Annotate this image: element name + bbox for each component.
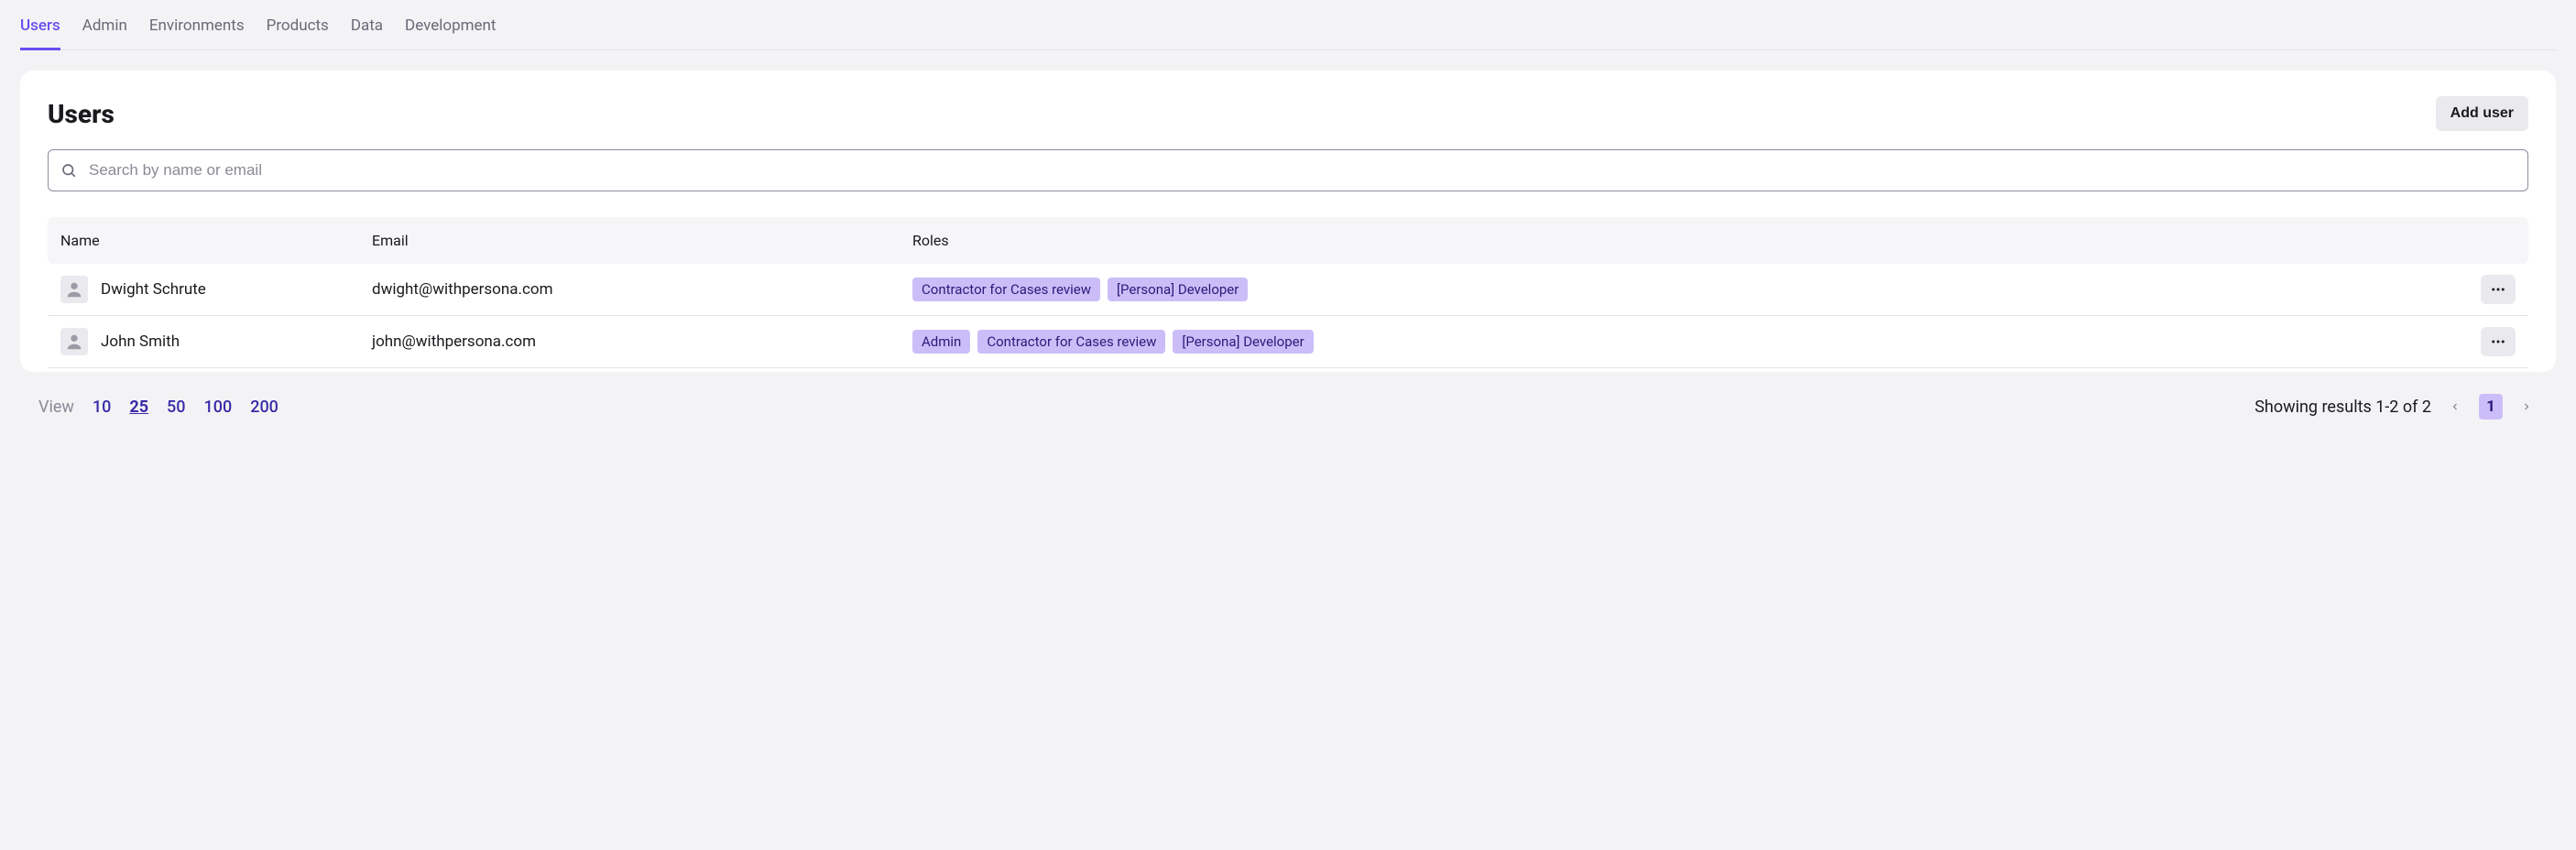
search-icon [60, 162, 77, 179]
role-tag: [Persona] Developer [1173, 330, 1313, 354]
user-name: John Smith [101, 332, 180, 351]
role-tag: Contractor for Cases review [977, 330, 1165, 354]
actions-cell [2461, 275, 2516, 304]
view-label: View [38, 398, 74, 417]
page-size-option[interactable]: 50 [167, 398, 185, 417]
role-tag: [Persona] Developer [1108, 278, 1248, 301]
next-page-button[interactable] [2516, 396, 2538, 418]
role-tag: Admin [912, 330, 970, 354]
page-size-option[interactable]: 200 [250, 398, 278, 417]
results-text: Showing results 1-2 of 2 [2254, 398, 2431, 417]
current-page[interactable]: 1 [2479, 394, 2503, 420]
users-table: Name Email Roles Dwight Schrute dwight@wi… [48, 217, 2528, 368]
actions-cell [2461, 327, 2516, 356]
nav-tab-development[interactable]: Development [405, 13, 496, 50]
page-size-option[interactable]: 100 [204, 398, 233, 417]
roles-cell: Admin Contractor for Cases review [Persona… [912, 330, 2461, 354]
search-wrap [48, 149, 2528, 191]
page-size-option[interactable]: 10 [93, 398, 111, 417]
table-row: Dwight Schrute dwight@withpersona.comCont… [48, 264, 2528, 316]
users-card: Users Add user Name Email Roles Dwight S… [20, 71, 2556, 372]
top-nav: Users Admin Environments Products Data Develo… [20, 0, 2556, 50]
search-input[interactable] [48, 149, 2528, 191]
user-email: dwight@withpersona.com [372, 280, 912, 299]
avatar [60, 328, 88, 355]
column-actions [2461, 232, 2516, 249]
add-user-button[interactable]: Add user [2436, 96, 2528, 131]
role-tag: Contractor for Cases review [912, 278, 1100, 301]
column-roles: Roles [912, 232, 2461, 249]
roles-cell: Contractor for Cases review [Persona] Dev… [912, 278, 2461, 301]
user-name: Dwight Schrute [101, 280, 206, 299]
page-size-option[interactable]: 25 [129, 398, 148, 417]
nav-tab-data[interactable]: Data [351, 13, 383, 50]
nav-tab-users[interactable]: Users [20, 13, 60, 50]
row-actions-button[interactable] [2481, 275, 2516, 304]
name-cell: John Smith [60, 328, 372, 355]
nav-tab-environments[interactable]: Environments [149, 13, 245, 50]
column-name: Name [60, 232, 372, 249]
table-row: John Smith john@withpersona.comAdmin Contr… [48, 316, 2528, 368]
table-header: Name Email Roles [48, 217, 2528, 264]
page-title: Users [48, 99, 115, 129]
row-actions-button[interactable] [2481, 327, 2516, 356]
footer: View 10 25 50 100 200 Showing results 1-2 of… [20, 394, 2556, 420]
nav-tab-products[interactable]: Products [267, 13, 329, 50]
avatar [60, 276, 88, 303]
nav-tab-admin[interactable]: Admin [82, 13, 127, 50]
page-size-options: View 10 25 50 100 200 [38, 398, 278, 417]
name-cell: Dwight Schrute [60, 276, 372, 303]
user-email: john@withpersona.com [372, 332, 912, 351]
card-header: Users Add user [48, 96, 2528, 131]
column-email: Email [372, 232, 912, 249]
pagination: Showing results 1-2 of 2 1 [2254, 394, 2538, 420]
prev-page-button[interactable] [2444, 396, 2466, 418]
